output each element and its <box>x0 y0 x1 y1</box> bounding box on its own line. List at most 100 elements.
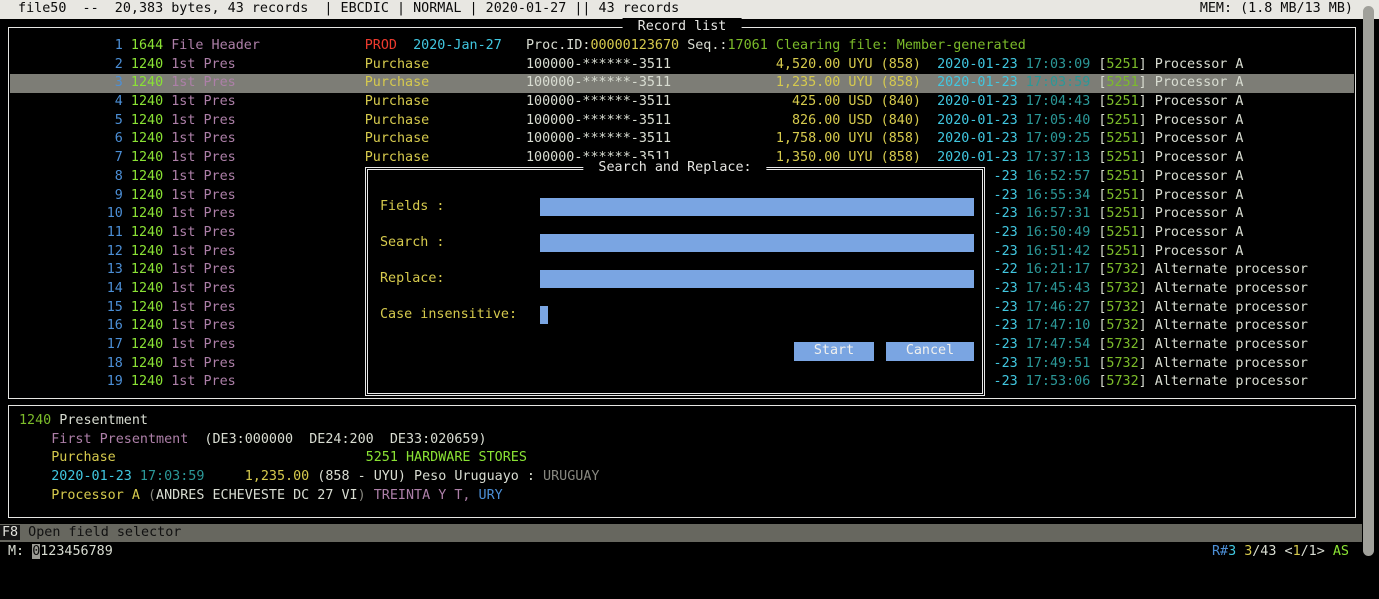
text-segment: [ <box>1098 317 1106 336</box>
text-segment: ( <box>148 487 156 506</box>
function-label: Purchase <box>365 56 430 75</box>
date-fragment: -23 <box>994 187 1018 206</box>
scrollbar-thumb[interactable] <box>1363 6 1374 556</box>
time: 17:05:40 <box>1026 112 1091 131</box>
currency: UYU (858) <box>848 149 921 168</box>
mti-code: 1240 <box>131 261 163 280</box>
memory-usage: MEM: (1.8 MB/13 MB) <box>1200 0 1353 19</box>
fields-row: Fields : Searching in all fields <box>368 198 982 216</box>
processor-name: Processor A <box>1155 112 1244 131</box>
mti-code: 1240 <box>131 74 163 93</box>
text-segment: [ <box>1098 93 1106 112</box>
record-detail-lines: 1240PresentmentFirst Presentment(DE3:000… <box>19 412 1351 505</box>
record-type: 1st Pres <box>171 317 236 336</box>
time: 16:51:42 <box>1026 243 1091 262</box>
text-segment: [ <box>1098 149 1106 168</box>
text-segment: ] <box>1139 56 1147 75</box>
processor-name: Alternate processor <box>1155 336 1308 355</box>
window-title-bar: file50 -- 20,383 bytes, 43 records | EBC… <box>0 0 1379 19</box>
record-row-6[interactable]: 612401st PresPurchase100000-******-35111… <box>10 130 1354 149</box>
text-segment: PROD <box>365 37 397 56</box>
search-row: Search : Processor A <box>368 234 982 252</box>
processor-name: Alternate processor <box>1155 355 1308 374</box>
date-fragment: -22 <box>994 261 1018 280</box>
row-number: 14 <box>10 280 123 299</box>
detail-line-2: First Presentment(DE3:000000 DE24:200 DE… <box>19 431 1351 450</box>
date: 2020-01-23 <box>937 112 1018 131</box>
record-type: 1st Pres <box>171 243 236 262</box>
mti-code: 1240 <box>131 130 163 149</box>
date-fragment: -23 <box>994 280 1018 299</box>
date: 2020-01-23 <box>937 93 1018 112</box>
text-segment: URY <box>479 487 503 506</box>
text-segment: [ <box>1098 130 1106 149</box>
mcc-code: 5732 <box>1106 355 1138 374</box>
text-segment: 17061 <box>728 37 768 56</box>
time: 17:37:13 <box>1026 149 1091 168</box>
date-fragment: -23 <box>994 224 1018 243</box>
mcc-code: 5251 <box>1106 93 1138 112</box>
search-replace-dialog: Search and Replace: Fields : Searching i… <box>365 167 985 396</box>
record-row-4[interactable]: 412401st PresPurchase100000-******-35114… <box>10 93 1354 112</box>
case-insensitive-checkbox[interactable] <box>540 306 548 324</box>
mti-code: 1240 <box>131 112 163 131</box>
text-segment: ] <box>1139 187 1147 206</box>
position-segment <box>1325 544 1333 559</box>
amount: 1,758.00 <box>671 130 840 149</box>
text-segment: 5251 HARDWARE STORES <box>366 449 527 468</box>
case-insensitive-label: Case insensitive: <box>380 306 517 325</box>
mti-code: 1240 <box>131 56 163 75</box>
row-number: 12 <box>10 243 123 262</box>
processor-name: Processor A <box>1155 56 1244 75</box>
record-type: 1st Pres <box>171 373 236 392</box>
text-segment: [ <box>1098 187 1106 206</box>
text-segment: ] <box>1139 336 1147 355</box>
record-row-1[interactable]: 11644File HeaderPROD2020-Jan-27Proc.ID:0… <box>10 37 1354 56</box>
currency: UYU (858) <box>848 74 921 93</box>
dialog-buttons: Start Cancel <box>540 342 974 361</box>
processor-name: Processor A <box>1155 93 1244 112</box>
function-label: Purchase <box>365 74 430 93</box>
cancel-button[interactable]: Cancel <box>886 342 974 361</box>
terminal-screen: { "palette":{"accent_blue":"#4c8fd6","gr… <box>0 0 1379 570</box>
text-segment: TREINTA Y T, <box>374 487 471 506</box>
fields-input[interactable]: Searching in all fields <box>540 198 974 216</box>
row-number: 11 <box>10 224 123 243</box>
mti-code: 1240 <box>131 373 163 392</box>
text-segment: Processor A <box>51 487 140 506</box>
row-number: 4 <box>10 93 123 112</box>
start-button[interactable]: Start <box>794 342 874 361</box>
record-row-3[interactable]: 312401st PresPurchase100000-******-35111… <box>10 74 1354 93</box>
file-info: file50 -- 20,383 bytes, 43 records | EBC… <box>10 0 679 19</box>
row-number: 2 <box>10 56 123 75</box>
masked-pan: 100000-******-3511 <box>526 93 671 112</box>
text-segment: ] <box>1139 373 1147 392</box>
currency: USD (840) <box>848 112 921 131</box>
record-type: 1st Pres <box>171 112 236 131</box>
mti-code: 1240 <box>131 149 163 168</box>
row-number: 16 <box>10 317 123 336</box>
time: 16:55:34 <box>1026 187 1091 206</box>
record-type: 1st Pres <box>171 299 236 318</box>
time: 17:46:27 <box>1026 299 1091 318</box>
row-number: 10 <box>10 205 123 224</box>
record-type: 1st Pres <box>171 336 236 355</box>
position-segment: < <box>1276 544 1292 559</box>
processor-name: Processor A <box>1155 149 1244 168</box>
mcc-code: 5732 <box>1106 299 1138 318</box>
f8-hint-text: Open field selector <box>20 525 181 540</box>
detail-line-5: Processor A(ANDRES ECHEVESTE DC 27 VI)TR… <box>19 487 1351 506</box>
mti-code: 1240 <box>131 168 163 187</box>
record-row-2[interactable]: 212401st PresPurchase100000-******-35114… <box>10 56 1354 75</box>
text-segment: Presentment <box>59 412 148 431</box>
search-label: Search : <box>380 234 445 253</box>
text-segment: ] <box>1139 243 1147 262</box>
mti-code: 1240 <box>131 93 163 112</box>
date-fragment: -23 <box>994 243 1018 262</box>
replace-input[interactable]: Main processor <box>540 270 974 288</box>
record-row-5[interactable]: 512401st PresPurchase100000-******-35118… <box>10 112 1354 131</box>
mti-code: 1240 <box>131 299 163 318</box>
text-segment: ) <box>358 487 366 506</box>
search-input[interactable]: Processor A <box>540 234 974 252</box>
text-segment: [ <box>1098 224 1106 243</box>
